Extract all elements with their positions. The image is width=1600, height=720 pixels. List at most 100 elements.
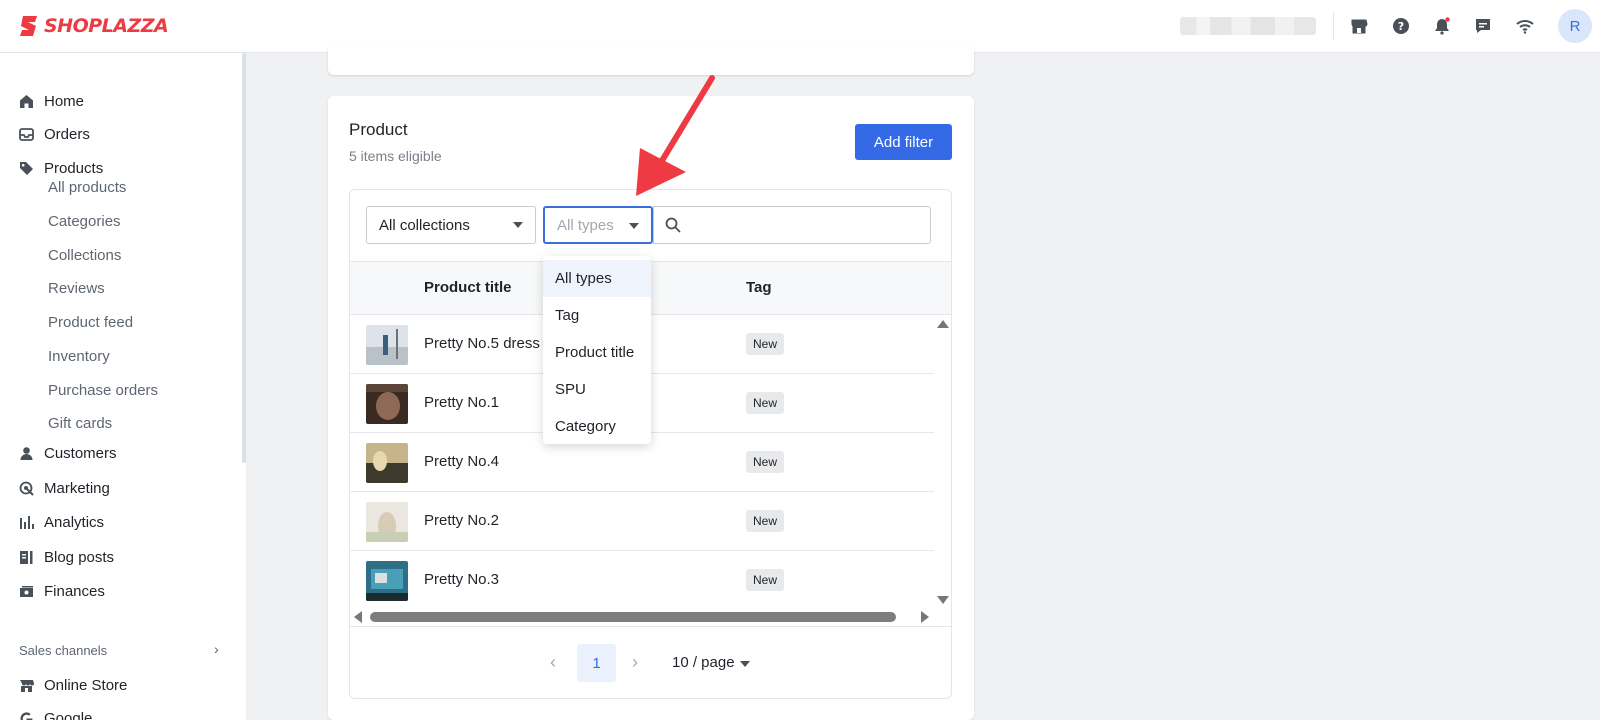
dropdown-option-tag[interactable]: Tag — [543, 297, 651, 334]
top-bar: SHOPLAZZA ? R — [0, 0, 1600, 53]
person-icon — [18, 445, 34, 461]
logo-mark-icon — [20, 16, 37, 36]
sidebar-item-finances[interactable]: Finances — [0, 576, 240, 606]
caret-down-icon — [629, 223, 639, 229]
search-field[interactable] — [653, 206, 931, 244]
types-select-value: All types — [557, 216, 614, 234]
types-select[interactable]: All types — [543, 206, 653, 244]
table-row[interactable]: Pretty No.2 New — [350, 492, 934, 551]
caret-down-icon[interactable] — [740, 661, 750, 667]
sidebar-item-online-store[interactable]: Online Store — [0, 670, 240, 700]
search-input[interactable] — [688, 213, 918, 237]
store-name-blurred[interactable] — [1180, 17, 1316, 35]
scroll-right-arrow-icon[interactable] — [921, 611, 929, 623]
previous-card — [328, 47, 974, 75]
shoplazza-logo[interactable]: SHOPLAZZA — [18, 11, 169, 41]
sidebar-item-label: Blog posts — [44, 548, 115, 566]
product-title[interactable]: Pretty No.2 — [424, 512, 499, 529]
tag-badge: New — [746, 392, 785, 414]
tag-badge: New — [746, 451, 785, 473]
chevron-left-icon[interactable]: ‹ — [550, 652, 556, 673]
sidebar-item-home[interactable]: Home — [0, 86, 240, 116]
chevron-right-icon[interactable]: › — [632, 652, 638, 673]
sidebar-item-analytics[interactable]: Analytics — [0, 507, 240, 537]
brand-name: SHOPLAZZA — [44, 15, 169, 37]
tag-badge: New — [746, 569, 785, 591]
sidebar-subitem-product-feed[interactable]: Product feed — [48, 314, 133, 331]
collections-select-value: All collections — [379, 216, 470, 234]
sidebar-item-label: Marketing — [44, 479, 110, 497]
column-header-product-title[interactable]: Product title — [424, 279, 512, 296]
product-title[interactable]: Pretty No.5 dress — [424, 335, 540, 352]
blog-icon — [18, 549, 34, 565]
scroll-up-arrow-icon[interactable] — [937, 320, 949, 328]
sidebar-item-label: Customers — [44, 444, 117, 462]
sidebar-subitem-all-products[interactable]: All products — [48, 179, 126, 196]
chat-icon[interactable] — [1471, 14, 1495, 38]
dropdown-option-all-types[interactable]: All types — [543, 260, 651, 297]
page-size-select[interactable]: 10 / page — [672, 654, 735, 671]
chevron-right-icon[interactable]: › — [214, 641, 219, 657]
bar-chart-icon — [18, 514, 34, 530]
store-icon[interactable] — [1347, 14, 1371, 38]
sidebar-scrollbar[interactable] — [242, 53, 246, 463]
sidebar-item-label: Home — [44, 92, 85, 110]
dropdown-option-product-title[interactable]: Product title — [543, 334, 651, 371]
finance-icon — [18, 583, 34, 599]
sidebar-item-customers[interactable]: Customers — [0, 438, 240, 468]
sidebar-item-google[interactable]: Google — [0, 703, 240, 720]
home-icon — [18, 93, 34, 109]
scroll-down-arrow-icon[interactable] — [937, 596, 949, 604]
sidebar: Home Orders Products All products Catego… — [0, 53, 246, 720]
card-title: Product — [349, 120, 408, 139]
product-thumbnail — [366, 502, 408, 542]
google-icon — [18, 710, 34, 720]
product-thumbnail — [366, 325, 408, 365]
sidebar-subitem-gift-cards[interactable]: Gift cards — [48, 415, 112, 432]
sidebar-subitem-categories[interactable]: Categories — [48, 213, 121, 230]
dropdown-option-spu[interactable]: SPU — [543, 371, 651, 408]
sidebar-item-orders[interactable]: Orders — [0, 119, 240, 149]
sidebar-item-label: Analytics — [44, 513, 105, 531]
sidebar-item-label: Orders — [44, 125, 90, 143]
inbox-icon — [18, 126, 34, 142]
collections-select[interactable]: All collections — [366, 206, 536, 244]
sidebar-item-label: Finances — [44, 582, 105, 600]
scroll-left-arrow-icon[interactable] — [354, 611, 362, 623]
product-title[interactable]: Pretty No.4 — [424, 453, 499, 470]
user-avatar[interactable]: R — [1558, 9, 1592, 43]
pagination-current-page[interactable]: 1 — [577, 644, 616, 682]
tag-icon — [18, 160, 34, 176]
add-filter-button[interactable]: Add filter — [855, 124, 952, 160]
type-dropdown-menu: All types Tag Product title SPU Category — [543, 256, 651, 444]
dropdown-option-category[interactable]: Category — [543, 408, 651, 445]
sidebar-item-blog-posts[interactable]: Blog posts — [0, 542, 240, 572]
sidebar-subitem-purchase-orders[interactable]: Purchase orders — [48, 382, 158, 399]
sidebar-item-label: Google — [44, 709, 93, 720]
product-title[interactable]: Pretty No.3 — [424, 571, 499, 588]
caret-down-icon — [513, 222, 523, 228]
tag-badge: New — [746, 333, 785, 355]
wifi-icon[interactable] — [1513, 14, 1537, 38]
bell-icon[interactable] — [1430, 14, 1454, 38]
horizontal-scrollbar-thumb[interactable] — [370, 612, 896, 622]
sidebar-subitem-reviews[interactable]: Reviews — [48, 280, 105, 297]
column-header-tag[interactable]: Tag — [746, 279, 772, 296]
product-thumbnail — [366, 384, 408, 424]
sidebar-item-label: Products — [44, 159, 104, 177]
svg-text:?: ? — [1398, 20, 1404, 33]
product-title[interactable]: Pretty No.1 — [424, 394, 499, 411]
sidebar-subitem-inventory[interactable]: Inventory — [48, 348, 110, 365]
table-footer-divider — [350, 626, 951, 627]
help-icon[interactable]: ? — [1389, 14, 1413, 38]
sidebar-item-marketing[interactable]: Marketing — [0, 473, 240, 503]
sales-channels-label: Sales channels — [19, 643, 108, 658]
table-row[interactable]: Pretty No.3 New — [350, 551, 934, 610]
tag-badge: New — [746, 510, 785, 532]
target-icon — [18, 480, 34, 496]
product-thumbnail — [366, 561, 408, 601]
eligible-count: 5 items eligible — [349, 148, 442, 164]
sidebar-item-label: Online Store — [44, 676, 128, 694]
topbar-divider — [1333, 12, 1334, 40]
sidebar-subitem-collections[interactable]: Collections — [48, 247, 121, 264]
